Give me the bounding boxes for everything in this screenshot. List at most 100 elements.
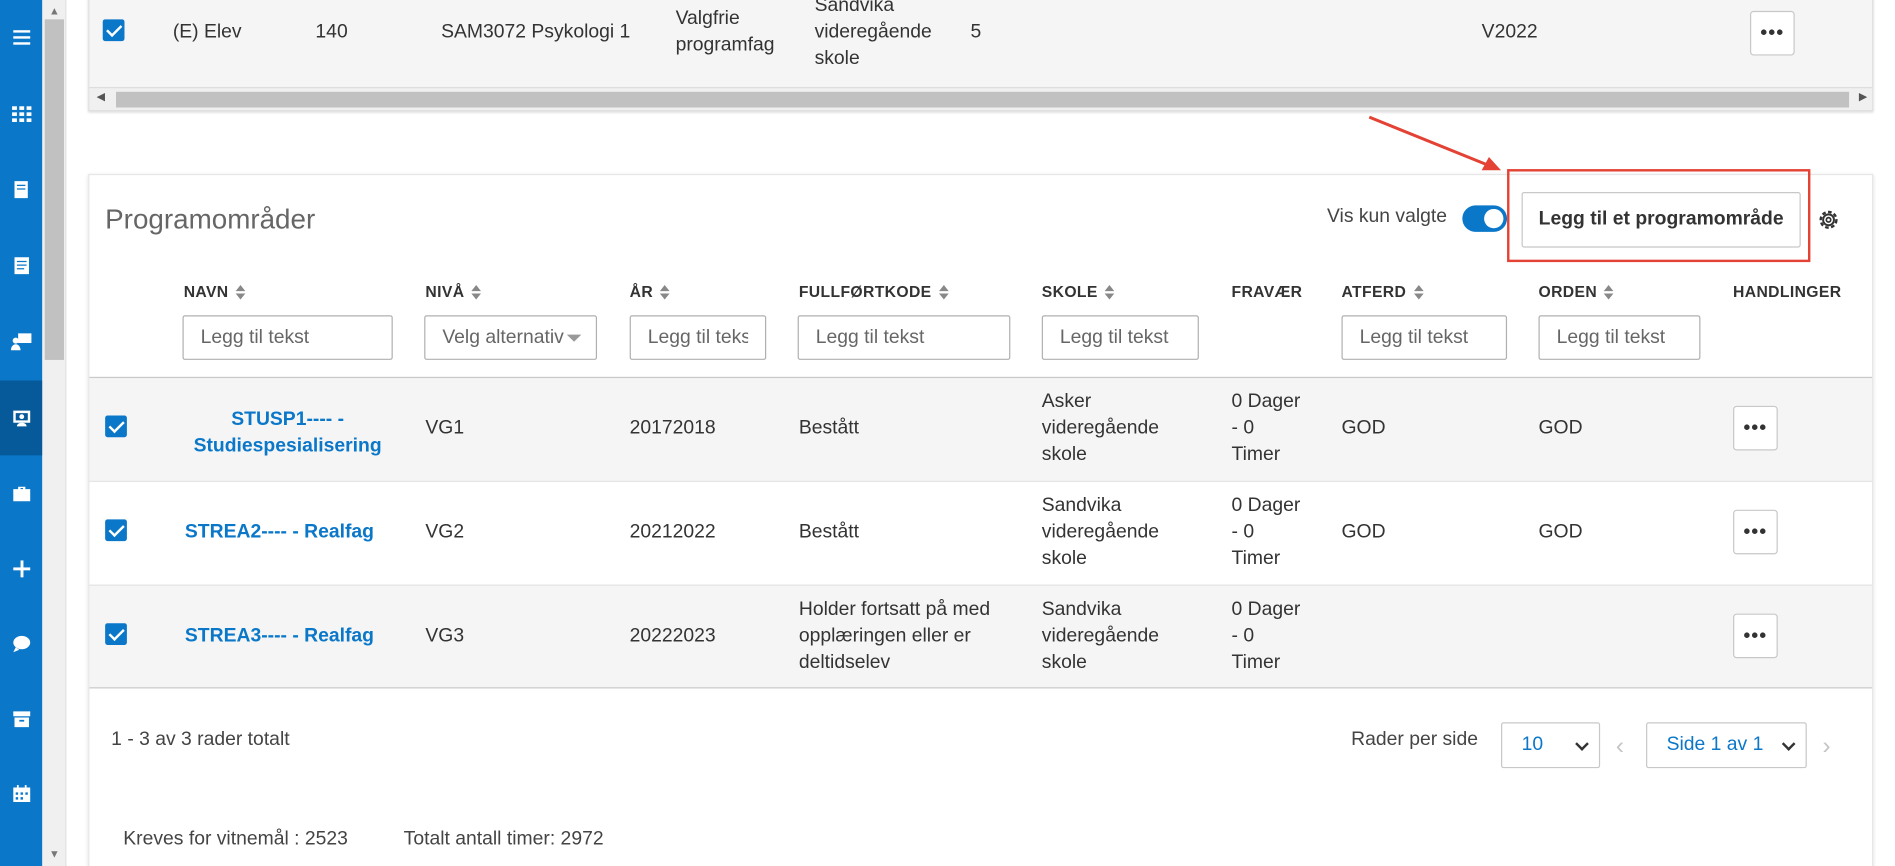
skole-value: Asker videregående skole (1041, 391, 1159, 466)
sort-icon[interactable] (1413, 284, 1424, 299)
column-header-skole[interactable]: SKOLE (1042, 283, 1115, 301)
menu-icon[interactable] (0, 0, 42, 75)
show-selected-label: Vis kun valgte (1326, 206, 1448, 228)
filter-skole-input[interactable] (1041, 315, 1199, 360)
niva-value: VG3 (425, 625, 465, 647)
subject-term: V2022 (1481, 21, 1538, 43)
chat-icon[interactable] (0, 606, 42, 681)
students-icon[interactable] (0, 380, 43, 456)
page-title: Programområder (105, 202, 316, 235)
side-navigation (0, 0, 43, 866)
filter-orden-field[interactable] (1556, 326, 1683, 349)
scroll-right-icon[interactable]: ▶ (1859, 91, 1867, 104)
row-actions-button[interactable]: ••• (1733, 613, 1778, 659)
row-checkbox[interactable] (105, 623, 127, 645)
skole-value: Sandvika videregående skole (1041, 495, 1159, 569)
rows-per-page-select[interactable]: 10 (1501, 722, 1601, 769)
filter-fullfortkode-input[interactable] (797, 315, 1011, 360)
column-header-handlinger: HANDLINGER (1733, 282, 1842, 301)
orden-value: GOD (1538, 521, 1583, 543)
totalt-antall-timer: Totalt antall timer: 2972 (403, 828, 604, 850)
atferd-value: GOD (1341, 521, 1386, 543)
row-checkbox[interactable] (105, 415, 127, 438)
filter-atferd-input[interactable] (1341, 315, 1508, 360)
programomrade-link[interactable]: STREA3---- - Realfag (185, 623, 374, 650)
next-page-icon[interactable]: › (1822, 733, 1830, 761)
kreves-for-vitnemal: Kreves for vitnemål : 2523 (123, 828, 348, 850)
atferd-value: GOD (1341, 417, 1386, 439)
column-header-fravaer: FRAVÆR (1231, 282, 1303, 301)
filter-navn-input[interactable] (182, 315, 393, 360)
previous-page-icon[interactable]: ‹ (1616, 733, 1624, 761)
filter-niva-value: Velg alternativ (442, 326, 564, 348)
dropdown-caret-icon (566, 334, 582, 342)
fravaer-value: 0 Dager - 0 Timer (1231, 495, 1301, 569)
column-header-niva[interactable]: NIVÅ (425, 283, 482, 301)
row-checkbox[interactable] (105, 519, 127, 542)
column-header-orden[interactable]: ORDEN (1538, 283, 1614, 301)
chevron-down-icon (1781, 737, 1796, 751)
sort-icon[interactable] (1604, 284, 1614, 299)
programomrade-link[interactable]: STREA2---- - Realfag (185, 519, 374, 546)
teacher-icon[interactable] (0, 304, 42, 379)
chevron-down-icon (1575, 737, 1589, 751)
sort-icon[interactable] (1104, 284, 1115, 299)
fravaer-value: 0 Dager - 0 Timer (1231, 599, 1301, 673)
ar-value: 20172018 (629, 417, 716, 439)
filter-atferd-field[interactable] (1359, 326, 1489, 349)
show-selected-toggle[interactable] (1462, 205, 1508, 232)
column-header-atferd[interactable]: ATFERD (1341, 283, 1424, 301)
apps-grid-icon[interactable] (0, 76, 42, 151)
filter-navn-field[interactable] (200, 326, 375, 349)
row-actions-button[interactable]: ••• (1733, 405, 1778, 451)
highlight-annotation (1507, 169, 1811, 263)
scrollbar-thumb[interactable] (44, 19, 65, 360)
ar-value: 20222023 (629, 625, 716, 647)
filter-ar-input[interactable] (629, 315, 767, 360)
rows-per-page-label: Rader per side (1351, 729, 1478, 751)
column-header-ar[interactable]: ÅR (630, 283, 671, 301)
horizontal-scroll-thumb[interactable] (116, 91, 1850, 108)
filter-skole-field[interactable] (1059, 326, 1181, 349)
fullfortkode-value: Bestått (798, 521, 860, 543)
column-header-navn[interactable]: NAVN (184, 283, 246, 301)
row-actions-button[interactable]: ••• (1733, 509, 1778, 555)
niva-value: VG2 (425, 521, 465, 543)
scroll-down-icon[interactable]: ▼ (47, 845, 62, 862)
orden-value: GOD (1538, 417, 1583, 439)
plus-icon[interactable] (0, 531, 42, 606)
row-count-text: 1 - 3 av 3 rader totalt (111, 729, 290, 751)
page-scrollbar[interactable]: ▲ ▼ (42, 0, 67, 866)
programomrade-link[interactable]: STUSP1---- - Studiespesialisering (184, 407, 392, 460)
skole-value: Sandvika videregående skole (1041, 599, 1159, 673)
table-horizontal-scrollbar[interactable]: ◀ ▶ (89, 86, 1873, 110)
calendar-icon[interactable] (0, 756, 42, 831)
notebook-icon[interactable] (0, 228, 42, 303)
sort-icon[interactable] (471, 284, 482, 299)
filter-ar-field[interactable] (647, 326, 749, 349)
sort-icon[interactable] (235, 284, 246, 299)
filter-niva-select[interactable]: Velg alternativ (424, 315, 598, 360)
filter-fullfortkode-field[interactable] (815, 326, 993, 349)
subject-category: Valgfrie programfag (675, 8, 775, 56)
subject-row-actions-button[interactable]: ••• (1749, 10, 1795, 56)
sort-icon[interactable] (938, 284, 949, 299)
niva-value: VG1 (425, 417, 465, 439)
fravaer-value: 0 Dager - 0 Timer (1231, 391, 1301, 466)
scroll-left-icon[interactable]: ◀ (97, 91, 105, 104)
subject-row-checkbox[interactable] (102, 19, 125, 42)
book-icon[interactable] (0, 152, 42, 227)
subject-number: 140 (315, 21, 348, 43)
gear-icon[interactable] (1816, 208, 1840, 232)
archive-icon[interactable] (0, 681, 42, 756)
ar-value: 20212022 (629, 521, 716, 543)
fullfortkode-value: Holder fortsatt på med opplæringen eller … (798, 599, 991, 673)
filter-orden-input[interactable] (1538, 315, 1701, 360)
briefcase-icon[interactable] (0, 457, 42, 532)
page-select[interactable]: Side 1 av 1 (1646, 722, 1807, 769)
subject-name: SAM3072 Psykologi 1 (441, 21, 631, 43)
sort-icon[interactable] (660, 284, 671, 299)
column-header-fullfortkode[interactable]: FULLFØRTKODE (799, 283, 949, 301)
scroll-up-icon[interactable]: ▲ (47, 2, 62, 19)
subject-hours: 5 (970, 21, 982, 43)
